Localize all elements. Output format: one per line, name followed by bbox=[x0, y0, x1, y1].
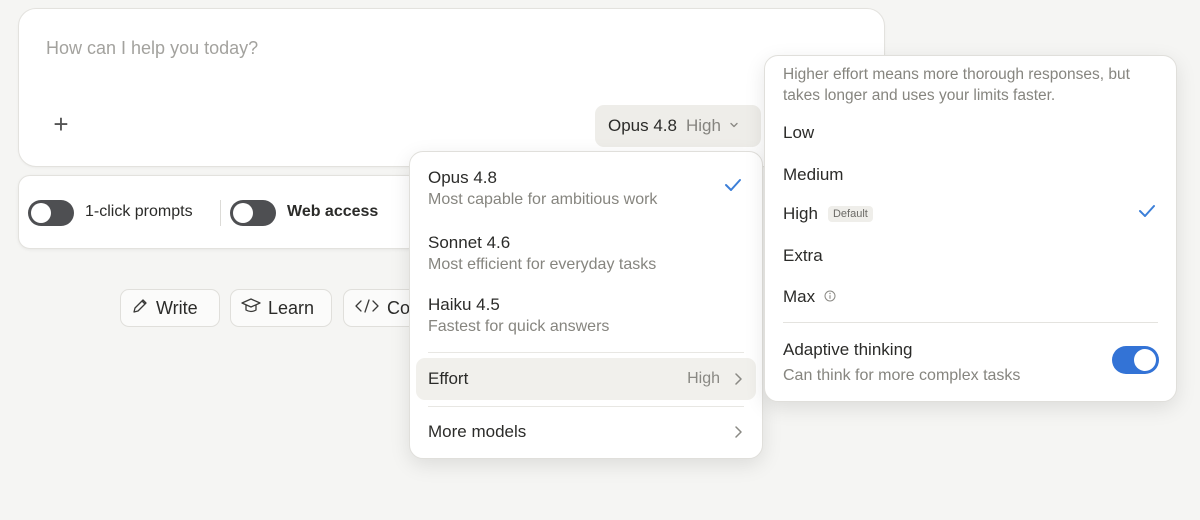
graduation-cap-icon bbox=[241, 297, 261, 320]
effort-option-max[interactable]: Max bbox=[783, 287, 836, 307]
checkmark-icon bbox=[1138, 204, 1156, 223]
chevron-right-icon bbox=[733, 372, 743, 391]
prompt-toggles-bar: 1-click prompts Web access bbox=[18, 175, 420, 249]
effort-option-extra[interactable]: Extra bbox=[783, 246, 823, 266]
model-option-haiku[interactable]: Haiku 4.5 Fastest for quick answers bbox=[428, 295, 744, 336]
model-option-desc: Most efficient for everyday tasks bbox=[428, 256, 657, 273]
effort-value: High bbox=[687, 370, 720, 387]
adaptive-thinking-toggle[interactable] bbox=[1112, 346, 1159, 374]
effort-description: Higher effort means more thorough respon… bbox=[783, 66, 1130, 104]
model-selector-button[interactable]: Opus 4.8 High bbox=[595, 105, 761, 147]
model-option-desc: Most capable for ambitious work bbox=[428, 191, 658, 208]
model-option-opus[interactable]: Opus 4.8 Most capable for ambitious work bbox=[428, 168, 744, 209]
chat-composer: How can I help you today? + Opus 4.8 Hig… bbox=[18, 8, 885, 167]
pencil-icon bbox=[131, 297, 149, 320]
menu-divider bbox=[428, 352, 744, 353]
effort-option-label: Max bbox=[783, 287, 816, 306]
info-icon[interactable] bbox=[824, 287, 836, 307]
toggles-divider bbox=[220, 200, 221, 226]
chevron-down-icon bbox=[728, 116, 740, 136]
more-models-item[interactable]: More models bbox=[428, 422, 526, 442]
web-access-toggle[interactable] bbox=[230, 200, 276, 226]
effort-option-high[interactable]: High Default bbox=[783, 204, 873, 224]
model-option-name: Sonnet 4.6 bbox=[428, 233, 511, 252]
effort-option-label: Medium bbox=[783, 165, 844, 184]
chip-write-label: Write bbox=[156, 297, 198, 318]
model-option-name: Haiku 4.5 bbox=[428, 295, 500, 314]
chevron-right-icon bbox=[733, 425, 743, 444]
model-menu: Opus 4.8 Most capable for ambitious work… bbox=[409, 151, 763, 459]
menu-divider bbox=[428, 406, 744, 407]
effort-option-medium[interactable]: Medium bbox=[783, 165, 843, 185]
panel-divider bbox=[783, 322, 1158, 323]
chip-learn[interactable]: Learn bbox=[230, 289, 332, 327]
adaptive-thinking-subtitle: Can think for more complex tasks bbox=[783, 367, 1021, 384]
effort-label: Effort bbox=[428, 369, 469, 388]
default-badge: Default bbox=[827, 206, 873, 222]
effort-option-low[interactable]: Low bbox=[783, 123, 814, 143]
model-selector-effort: High bbox=[686, 116, 721, 135]
message-input[interactable]: How can I help you today? bbox=[46, 38, 258, 59]
effort-option-label: Low bbox=[783, 123, 815, 142]
effort-menu-item[interactable]: Effort High bbox=[416, 358, 756, 400]
model-option-name: Opus 4.8 bbox=[428, 168, 497, 187]
code-icon bbox=[354, 298, 380, 319]
model-option-desc: Fastest for quick answers bbox=[428, 318, 610, 335]
effort-submenu: Higher effort means more thorough respon… bbox=[764, 55, 1177, 402]
checkmark-icon bbox=[724, 178, 742, 197]
model-selector-model: Opus 4.8 bbox=[608, 116, 677, 135]
effort-option-label: Extra bbox=[783, 246, 823, 265]
web-access-label: Web access bbox=[287, 203, 379, 220]
chip-write[interactable]: Write bbox=[120, 289, 220, 327]
one-click-prompts-label: 1-click prompts bbox=[85, 203, 193, 220]
adaptive-thinking-title: Adaptive thinking bbox=[783, 340, 913, 359]
chip-learn-label: Learn bbox=[268, 297, 315, 318]
model-option-sonnet[interactable]: Sonnet 4.6 Most efficient for everyday t… bbox=[428, 233, 744, 274]
one-click-prompts-toggle[interactable] bbox=[28, 200, 74, 226]
effort-option-label: High bbox=[783, 204, 818, 223]
add-attachment-button[interactable]: + bbox=[50, 111, 72, 137]
